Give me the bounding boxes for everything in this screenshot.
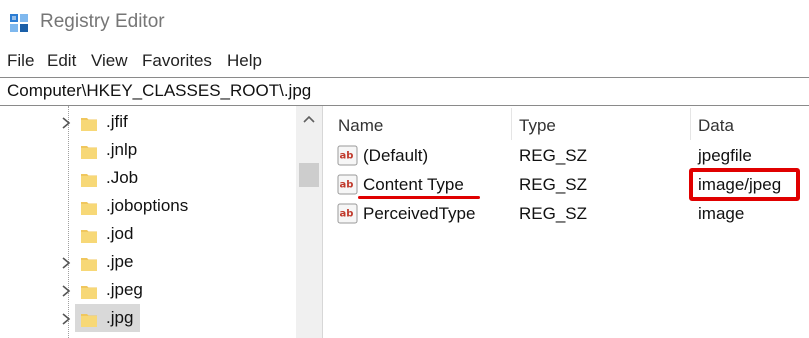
column-header-label: Type [519, 116, 556, 135]
folder-icon [81, 146, 97, 159]
tree-item-jpe[interactable]: .jpe [0, 250, 300, 276]
menu-view[interactable]: View [91, 51, 128, 71]
chevron-right-icon[interactable] [59, 312, 73, 326]
value-name: Content Type [363, 175, 464, 194]
tree-item-label: .Job [106, 168, 139, 187]
tree-item-label: .joboptions [106, 196, 189, 215]
string-value-icon: ab [337, 174, 358, 195]
menu-bar: File Edit View Favorites Help [0, 48, 809, 76]
svg-text:ab: ab [340, 180, 354, 191]
value-data: image [698, 204, 745, 223]
tree-item-joboptions[interactable]: .joboptions [0, 194, 300, 220]
folder-icon [81, 314, 97, 327]
folder-icon [81, 258, 97, 271]
tree-item-label: .jnlp [106, 140, 138, 159]
menu-file[interactable]: File [7, 51, 34, 71]
tree-item-label: .jod [106, 224, 134, 243]
value-row-default[interactable]: ab (Default) REG_SZ jpegfile [330, 142, 809, 171]
folder-icon [81, 174, 97, 187]
value-type: REG_SZ [519, 204, 588, 223]
value-name: PerceivedType [363, 204, 476, 223]
value-type: REG_SZ [519, 146, 588, 165]
column-header-label: Data [698, 116, 734, 135]
value-type: REG_SZ [519, 175, 588, 194]
scroll-thumb[interactable] [299, 163, 319, 187]
svg-text:ab: ab [340, 151, 354, 162]
folder-icon [81, 202, 97, 215]
tree-item-label: .jpe [106, 252, 134, 271]
tree-scrollbar[interactable] [296, 106, 322, 338]
folder-icon [81, 286, 97, 299]
folder-icon [81, 118, 97, 131]
tree-item-label: .jpeg [106, 280, 143, 299]
tree-item-jpeg[interactable]: .jpeg [0, 278, 300, 304]
tree-item-jod[interactable]: .jod [0, 222, 300, 248]
address-path[interactable]: Computer\HKEY_CLASSES_ROOT\.jpg [7, 81, 311, 101]
menu-favorites[interactable]: Favorites [142, 51, 212, 71]
scroll-up-arrow-icon[interactable] [303, 114, 315, 124]
tree-item-jpg[interactable]: .jpg [0, 304, 300, 332]
column-header-data[interactable]: Data [690, 106, 809, 140]
column-header-type[interactable]: Type [511, 106, 687, 140]
menu-help[interactable]: Help [227, 51, 262, 71]
title-bar: Registry Editor [0, 0, 809, 46]
pane-splitter[interactable] [322, 106, 330, 338]
red-underline-annotation [358, 196, 480, 199]
chevron-right-icon[interactable] [59, 256, 73, 270]
tree-item-label: .jfif [106, 112, 128, 131]
svg-text:ab: ab [340, 209, 354, 220]
tree-item-label: .jpg [106, 308, 134, 327]
key-tree[interactable]: .jfif .jnlp .Job .joboptions .jod .jpe .… [0, 106, 322, 338]
chevron-right-icon[interactable] [59, 116, 73, 130]
column-header-label: Name [338, 116, 384, 135]
tree-item-jfif[interactable]: .jfif [0, 110, 300, 136]
registry-editor-icon [10, 14, 28, 32]
string-value-icon: ab [337, 145, 358, 166]
value-row-perceived-type[interactable]: ab PerceivedType REG_SZ image [330, 200, 809, 229]
tree-item-job[interactable]: .Job [0, 166, 300, 192]
string-value-icon: ab [337, 203, 358, 224]
value-data: jpegfile [698, 146, 752, 165]
red-box-annotation [689, 168, 800, 201]
window-title: Registry Editor [40, 11, 165, 32]
value-name: (Default) [363, 146, 429, 165]
folder-icon [81, 230, 97, 243]
chevron-right-icon[interactable] [59, 284, 73, 298]
column-header-name[interactable]: Name [330, 106, 506, 140]
address-bar[interactable]: Computer\HKEY_CLASSES_ROOT\.jpg [0, 77, 809, 106]
menu-edit[interactable]: Edit [47, 51, 76, 71]
tree-item-jnlp[interactable]: .jnlp [0, 138, 300, 164]
values-list[interactable]: Name Type Data ab (Default) REG_SZ jpegf… [330, 106, 809, 338]
